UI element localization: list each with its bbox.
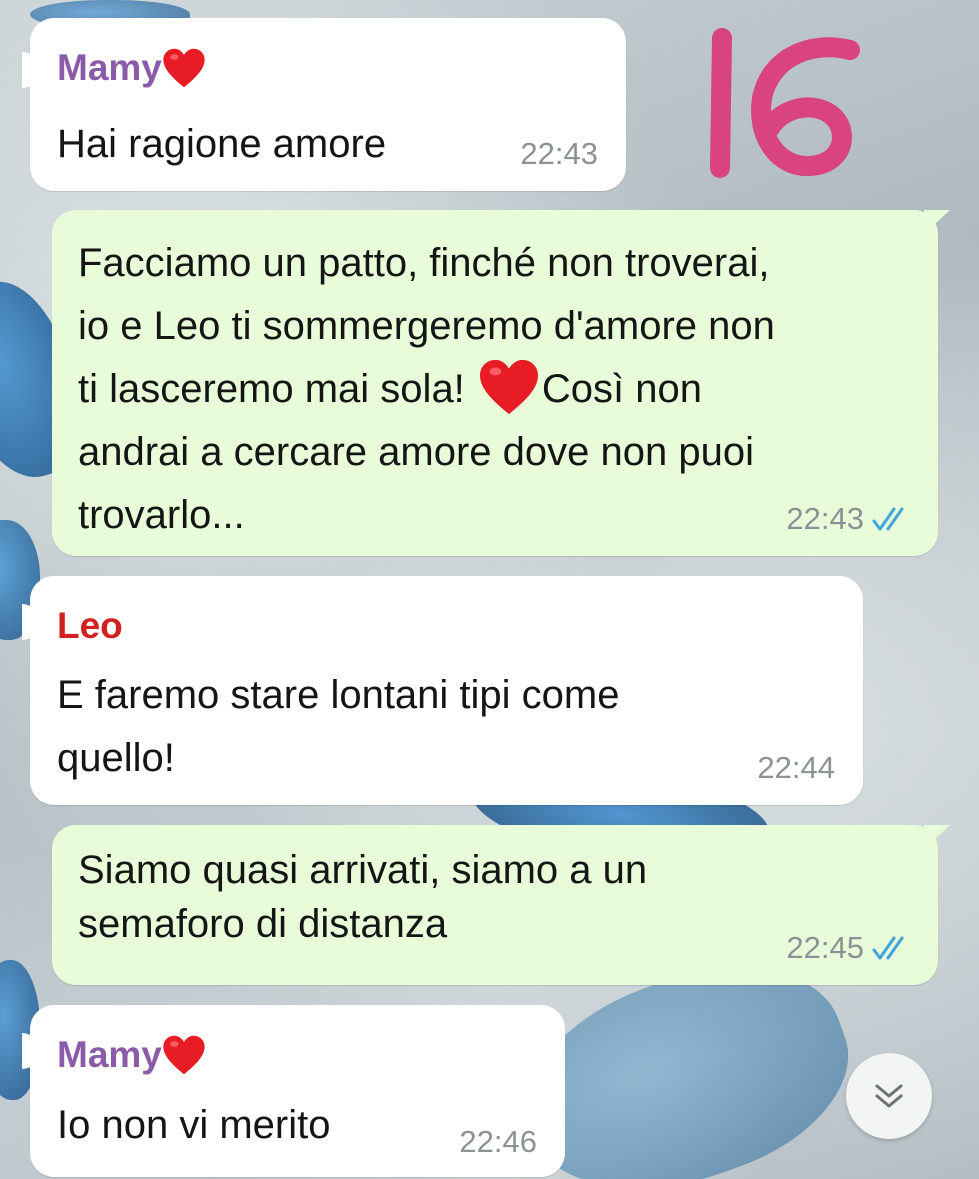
message-meta: 22:43 [786,502,910,536]
red-heart-emoji-icon [162,47,206,89]
message-meta: 22:44 [757,751,835,785]
chevron-double-down-icon [875,1084,903,1108]
double-check-read-icon [872,505,910,533]
message-time: 22:43 [786,501,864,536]
message-text: Siamo quasi arrivati, siamo a un semafor… [78,848,648,946]
sender-name[interactable]: Mamy [57,46,206,90]
message-text: E faremo stare lontani tipi come quello! [57,673,620,780]
sender-label: Mamy [57,47,162,88]
double-check-read-icon [872,934,910,962]
message-time: 22:44 [757,750,835,785]
message-text: Facciamo un patto, finché non troverai, … [78,232,928,547]
message-bubble-outgoing[interactable]: Facciamo un patto, finché non troverai, … [52,210,950,556]
message-text: Io non vi merito [57,1103,331,1147]
message-bubble-incoming[interactable]: Mamy Hai ragione amore 22:43 [22,18,626,191]
message-bubble-incoming[interactable]: Mamy Io non vi merito 22:46 [22,1005,565,1177]
sender-label: Leo [57,605,123,646]
message-meta: 22:45 [786,931,910,965]
message-time: 22:43 [520,136,598,171]
red-heart-emoji-icon [478,358,540,416]
message-time: 22:45 [786,930,864,965]
message-bubble-incoming[interactable]: Leo E faremo stare lontani tipi come que… [22,576,863,805]
red-heart-emoji-icon [162,1034,206,1076]
avatar-edge [22,604,40,640]
sender-name[interactable]: Leo [57,604,123,648]
message-time: 22:46 [459,1124,537,1159]
message-meta: 22:43 [520,137,598,171]
avatar-edge [22,1033,40,1069]
avatar-edge [22,52,40,88]
bubble-tail [924,825,950,849]
message-bubble-outgoing[interactable]: Siamo quasi arrivati, siamo a un semafor… [52,825,950,985]
scroll-to-bottom-button[interactable] [846,1053,932,1139]
sender-name[interactable]: Mamy [57,1033,206,1077]
message-text: Hai ragione amore [57,122,387,166]
handwritten-page-number [710,28,860,178]
message-meta: 22:46 [459,1125,537,1159]
sender-label: Mamy [57,1034,162,1075]
